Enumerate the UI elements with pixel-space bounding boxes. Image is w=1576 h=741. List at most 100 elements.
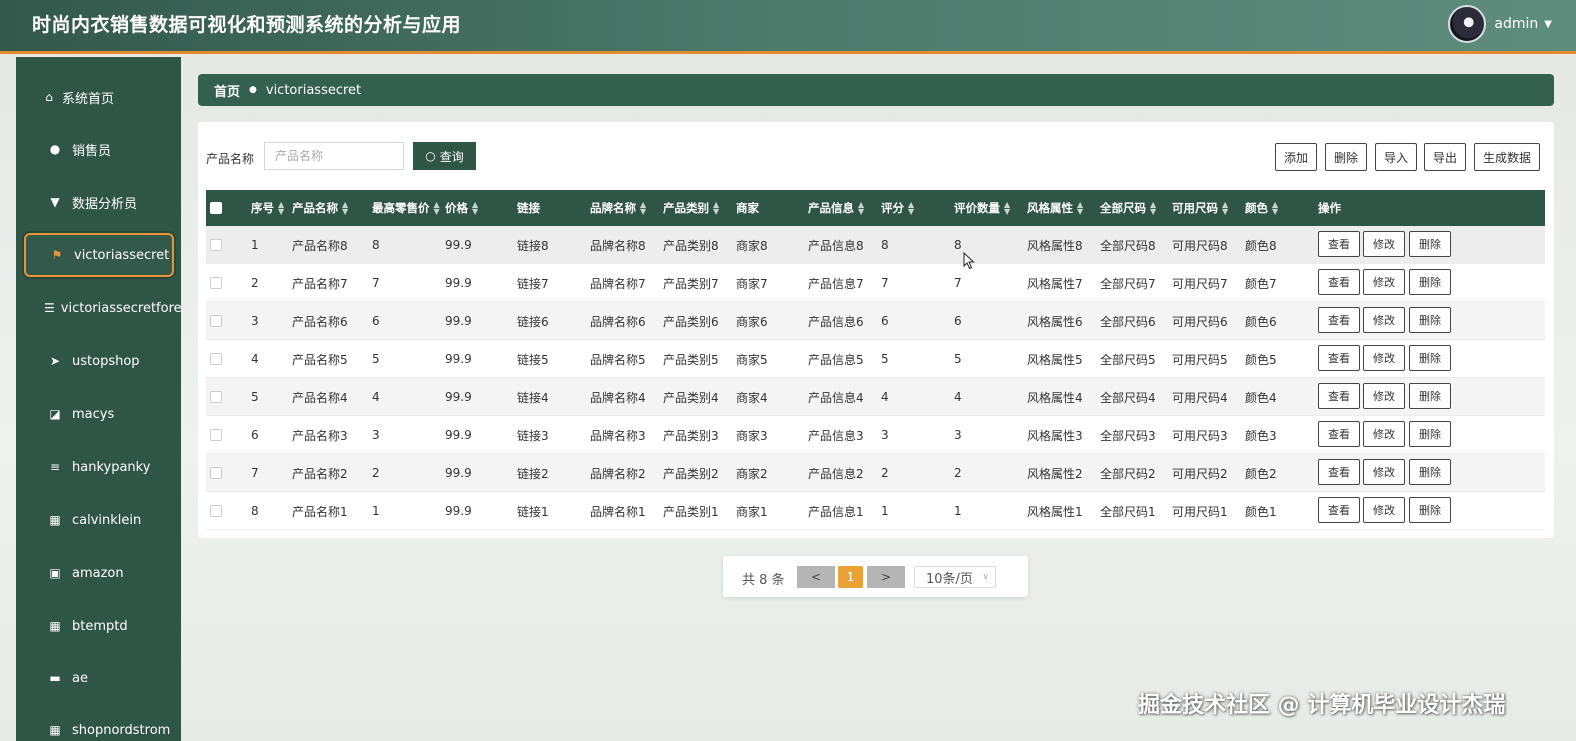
view-button[interactable]: 查看 bbox=[1318, 269, 1360, 295]
view-button[interactable]: 查看 bbox=[1318, 383, 1360, 409]
row-checkbox[interactable] bbox=[210, 277, 222, 289]
sidebar-item-hankypanky[interactable]: ≡ hankypanky bbox=[24, 445, 174, 489]
sort-icon[interactable]: ▲ ▼ bbox=[1077, 201, 1083, 216]
table-row[interactable]: 3 产品名称6 6 99.9 链接6 品牌名称6 产品类别6 商家6 产品信息6 6 6 风格属性6 全… bbox=[206, 302, 1545, 340]
edit-button[interactable]: 修改 bbox=[1363, 497, 1405, 523]
row-delete-button[interactable]: 删除 bbox=[1409, 421, 1451, 447]
row-delete-button[interactable]: 删除 bbox=[1409, 231, 1451, 257]
row-delete-button[interactable]: 删除 bbox=[1409, 269, 1451, 295]
row-checkbox[interactable] bbox=[210, 391, 222, 403]
row-delete-button[interactable]: 删除 bbox=[1409, 345, 1451, 371]
view-button[interactable]: 查看 bbox=[1318, 307, 1360, 333]
sidebar-item-victoriassecretforecast[interactable]: ☰ victoriassecretforecast bbox=[24, 286, 181, 330]
sidebar-item-macys[interactable]: ◪ macys bbox=[24, 392, 174, 436]
column-header-price[interactable]: 价格 ▲ ▼ bbox=[445, 190, 478, 226]
column-header-product-info[interactable]: 产品信息 ▲ ▼ bbox=[808, 190, 864, 226]
search-button[interactable]: ○ 查询 bbox=[413, 142, 476, 170]
edit-button[interactable]: 修改 bbox=[1363, 345, 1405, 371]
table-row[interactable]: 7 产品名称2 2 99.9 链接2 品牌名称2 产品类别2 商家2 产品信息2 2 2 风格属性2 全… bbox=[206, 454, 1545, 492]
sort-icon[interactable]: ▲ ▼ bbox=[434, 201, 440, 216]
delete-button[interactable]: 删除 bbox=[1325, 143, 1368, 171]
row-delete-button[interactable]: 删除 bbox=[1409, 307, 1451, 333]
sidebar-item-salesperson[interactable]: ● 销售员 bbox=[24, 127, 174, 171]
edit-button[interactable]: 修改 bbox=[1363, 421, 1405, 447]
column-header-brand-name[interactable]: 品牌名称 ▲ ▼ bbox=[590, 190, 646, 226]
column-header-available-sizes[interactable]: 可用尺码 ▲ ▼ bbox=[1172, 190, 1228, 226]
sort-icon[interactable]: ▲ ▼ bbox=[858, 201, 864, 216]
page-size-select[interactable]: 10条/页 ∨ bbox=[914, 566, 996, 588]
select-all-checkbox[interactable] bbox=[210, 202, 222, 214]
column-header-max-retail-price[interactable]: 最高零售价 ▲ ▼ bbox=[372, 190, 440, 226]
view-button[interactable]: 查看 bbox=[1318, 421, 1360, 447]
prev-page-button[interactable]: < bbox=[797, 566, 835, 588]
sort-icon[interactable]: ▲ ▼ bbox=[1222, 201, 1228, 216]
view-button[interactable]: 查看 bbox=[1318, 497, 1360, 523]
sort-icon[interactable]: ▲ ▼ bbox=[640, 201, 646, 216]
edit-button[interactable]: 修改 bbox=[1363, 269, 1405, 295]
username[interactable]: admin bbox=[1494, 16, 1538, 32]
row-checkbox[interactable] bbox=[210, 429, 222, 441]
view-button[interactable]: 查看 bbox=[1318, 231, 1360, 257]
sidebar-item-btemptd[interactable]: ▦ btemptd bbox=[24, 604, 174, 648]
user-menu[interactable]: admin ▼ bbox=[1448, 2, 1552, 46]
chevron-down-icon: ∨ bbox=[982, 572, 989, 582]
add-button[interactable]: 添加 bbox=[1275, 143, 1318, 171]
search-input[interactable] bbox=[264, 142, 404, 170]
sort-icon[interactable]: ▲ ▼ bbox=[278, 201, 284, 216]
edit-button[interactable]: 修改 bbox=[1363, 307, 1405, 333]
generate-data-button[interactable]: 生成数据 bbox=[1474, 143, 1541, 171]
row-checkbox[interactable] bbox=[210, 353, 222, 365]
table-row[interactable]: 6 产品名称3 3 99.9 链接3 品牌名称3 产品类别3 商家3 产品信息3 3 3 风格属性3 全… bbox=[206, 416, 1545, 454]
sort-icon[interactable]: ▲ ▼ bbox=[1004, 201, 1010, 216]
cell-price: 99.9 bbox=[445, 276, 472, 290]
avatar[interactable] bbox=[1448, 5, 1487, 43]
sort-icon[interactable]: ▲ ▼ bbox=[1150, 201, 1156, 216]
row-delete-button[interactable]: 删除 bbox=[1409, 497, 1451, 523]
cell-max-retail-price: 5 bbox=[372, 352, 380, 366]
sidebar-item-victoriassecret[interactable]: ⚑ victoriassecret bbox=[24, 233, 174, 277]
row-checkbox[interactable] bbox=[210, 239, 222, 251]
edit-button[interactable]: 修改 bbox=[1363, 383, 1405, 409]
row-delete-button[interactable]: 删除 bbox=[1409, 459, 1451, 485]
export-button[interactable]: 导出 bbox=[1424, 143, 1467, 171]
view-button[interactable]: 查看 bbox=[1318, 345, 1360, 371]
view-button[interactable]: 查看 bbox=[1318, 459, 1360, 485]
column-header-seq[interactable]: 序号 ▲ ▼ bbox=[251, 190, 284, 226]
table-row[interactable]: 2 产品名称7 7 99.9 链接7 品牌名称7 产品类别7 商家7 产品信息7 7 7 风格属性7 全… bbox=[206, 264, 1545, 302]
sort-icon[interactable]: ▲ ▼ bbox=[908, 201, 914, 216]
row-checkbox[interactable] bbox=[210, 467, 222, 479]
row-checkbox[interactable] bbox=[210, 505, 222, 517]
column-header-color[interactable]: 颜色 ▲ ▼ bbox=[1245, 190, 1278, 226]
table-row[interactable]: 5 产品名称4 4 99.9 链接4 品牌名称4 产品类别4 商家4 产品信息4 4 4 风格属性4 全… bbox=[206, 378, 1545, 416]
sidebar-item-calvinklein[interactable]: ▦ calvinklein bbox=[24, 498, 174, 542]
column-header-all-sizes[interactable]: 全部尺码 ▲ ▼ bbox=[1100, 190, 1156, 226]
table-row[interactable]: 8 产品名称1 1 99.9 链接1 品牌名称1 产品类别1 商家1 产品信息1 1 1 风格属性1 全… bbox=[206, 492, 1545, 530]
sidebar-item-shopnordstrom[interactable]: ▦ shopnordstrom bbox=[24, 708, 174, 741]
edit-button[interactable]: 修改 bbox=[1363, 459, 1405, 485]
cell-style-attribute: 风格属性5 bbox=[1027, 352, 1083, 367]
sort-icon[interactable]: ▲ ▼ bbox=[713, 201, 719, 216]
column-header-product-category[interactable]: 产品类别 ▲ ▼ bbox=[663, 190, 719, 226]
page-number-button[interactable]: 1 bbox=[838, 566, 863, 588]
sort-icon[interactable]: ▲ ▼ bbox=[1272, 201, 1278, 216]
sidebar-item-ustopshop[interactable]: ➤ ustopshop bbox=[24, 339, 174, 383]
column-header-product-name[interactable]: 产品名称 ▲ ▼ bbox=[292, 190, 348, 226]
sidebar-item-ae[interactable]: ▬ ae bbox=[24, 656, 174, 700]
sidebar-item-analyst[interactable]: ▼ 数据分析员 bbox=[24, 180, 174, 224]
column-header-rating[interactable]: 评分 ▲ ▼ bbox=[881, 190, 914, 226]
edit-button[interactable]: 修改 bbox=[1363, 231, 1405, 257]
import-button[interactable]: 导入 bbox=[1375, 143, 1418, 171]
row-delete-button[interactable]: 删除 bbox=[1409, 383, 1451, 409]
table-row[interactable]: 1 产品名称8 8 99.9 链接8 品牌名称8 产品类别8 商家8 产品信息8 8 8 风格属性8 全… bbox=[206, 226, 1545, 264]
sidebar-item-amazon[interactable]: ▣ amazon bbox=[24, 551, 174, 595]
column-header-review-count[interactable]: 评价数量 ▲ ▼ bbox=[954, 190, 1010, 226]
chevron-down-icon[interactable]: ▼ bbox=[1544, 19, 1552, 30]
row-checkbox[interactable] bbox=[210, 315, 222, 327]
sort-icon[interactable]: ▲ ▼ bbox=[342, 201, 348, 216]
column-header-style-attribute[interactable]: 风格属性 ▲ ▼ bbox=[1027, 190, 1083, 226]
next-page-button[interactable]: > bbox=[867, 566, 905, 588]
table-row[interactable]: 4 产品名称5 5 99.9 链接5 品牌名称5 产品类别5 商家5 产品信息5 5 5 风格属性5 全… bbox=[206, 340, 1545, 378]
sidebar-item-home[interactable]: ⌂ 系统首页 bbox=[24, 75, 174, 119]
breadcrumb-home[interactable]: 首页 bbox=[214, 81, 240, 100]
sort-icon[interactable]: ▲ ▼ bbox=[472, 201, 478, 216]
